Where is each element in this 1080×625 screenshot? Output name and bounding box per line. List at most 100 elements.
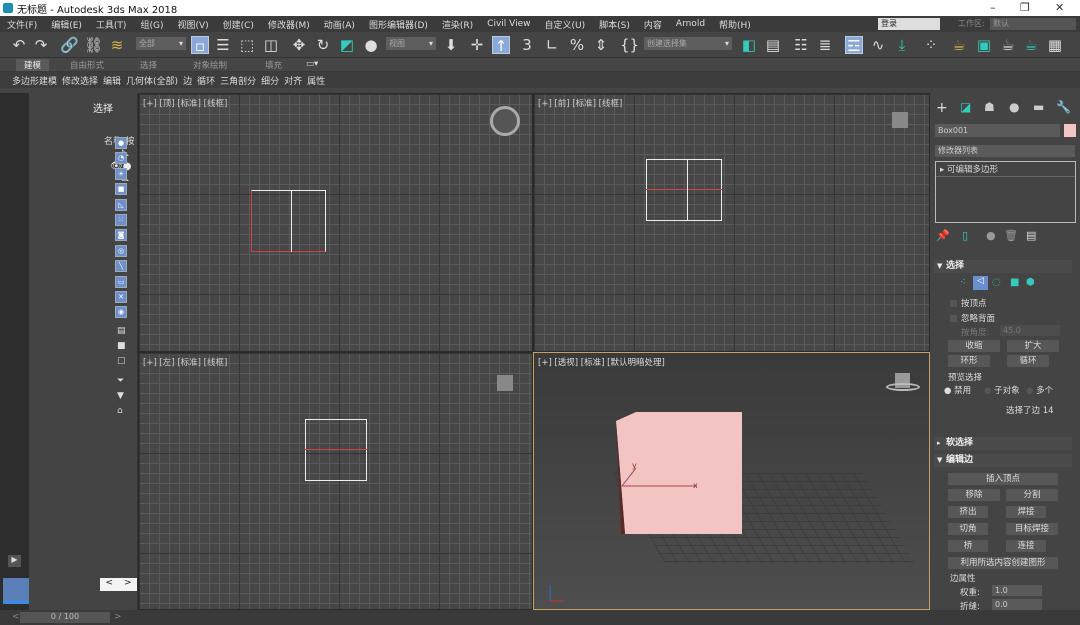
remove-button[interactable]: 移除 <box>948 489 1000 501</box>
menu-content[interactable]: 内容 <box>644 18 662 31</box>
select-all-icon[interactable]: ■ <box>117 341 126 351</box>
ribbon-subdivision[interactable]: 细分 <box>261 74 279 87</box>
unlink-icon[interactable]: ⛓ <box>84 36 103 54</box>
restore-button[interactable]: ❐ <box>1020 1 1030 14</box>
rectangle-selection-icon[interactable]: ⬚ <box>238 36 256 54</box>
filter-settings-icon[interactable]: ⏷ <box>117 376 124 386</box>
render-setup-icon[interactable]: ☕ <box>950 36 968 54</box>
undo-icon[interactable]: ↶ <box>10 36 28 54</box>
viewport-perspective[interactable]: [+] [透视] [标准] [默认明暗处理] x y <box>533 352 930 610</box>
insert-vertex-button[interactable]: 插入顶点 <box>948 473 1058 485</box>
filter-groups-icon[interactable]: ◙ <box>115 229 127 241</box>
create-shape-button[interactable]: 利用所选内容创建图形 <box>948 557 1058 569</box>
ribbon-toggle-icon[interactable]: ☲ <box>845 36 863 55</box>
tab-populate[interactable]: 填充 <box>265 59 282 71</box>
pivot-center-icon[interactable]: ⬇ <box>442 36 460 54</box>
selection-rollout-header[interactable]: 选择 <box>934 260 1072 273</box>
ignore-backfacing-checkbox[interactable]: 忽略背面 <box>950 312 995 324</box>
preview-multi-radio[interactable]: ● 多个 <box>1026 384 1053 396</box>
ribbon-geometry-all[interactable]: 几何体(全部) <box>126 74 178 87</box>
explorer-scroll-arrows[interactable]: < > <box>100 578 137 591</box>
show-end-result-icon[interactable]: ▯ <box>962 229 968 242</box>
stack-item-editable-poly[interactable]: ▸ 可编辑多边形 <box>936 162 1075 177</box>
filter-bones-icon[interactable]: ╲ <box>115 260 127 272</box>
viewcube-icon[interactable] <box>490 106 520 136</box>
filter-xrefs-icon[interactable]: ◎ <box>115 245 127 257</box>
chamfer-button[interactable]: 切角 <box>948 523 988 535</box>
scroll-left-icon[interactable]: < <box>105 578 113 591</box>
placement-icon[interactable]: ● <box>362 36 380 54</box>
tab-object-paint[interactable]: 对象绘制 <box>193 59 227 71</box>
viewcube-icon[interactable] <box>892 112 908 128</box>
preview-disabled-radio[interactable]: ● 禁用 <box>944 384 971 396</box>
viewport-layout-icon[interactable] <box>3 578 29 604</box>
menu-help[interactable]: 帮助(H) <box>719 18 751 31</box>
snaps-toggle-icon[interactable]: 3 <box>518 36 536 54</box>
dope-sheet-icon[interactable]: ⤓ <box>893 36 911 54</box>
tab-modeling[interactable]: 建模 <box>16 59 50 71</box>
filter-geometry-icon[interactable]: ● <box>115 137 127 149</box>
menu-civil-view[interactable]: Civil View <box>487 19 530 29</box>
menu-customize[interactable]: 自定义(U) <box>545 18 586 31</box>
weight-spinner[interactable]: 1.0 <box>992 585 1042 596</box>
close-button[interactable]: ✕ <box>1055 1 1064 14</box>
make-unique-icon[interactable]: ● <box>986 229 996 242</box>
filter-shapes-icon[interactable]: ◔ <box>115 152 127 164</box>
modify-tab-icon[interactable]: ◪ <box>960 100 971 114</box>
box-object-wireframe[interactable] <box>251 190 326 252</box>
ribbon-edges[interactable]: 边 <box>183 74 192 87</box>
prev-frame-icon[interactable]: < <box>12 612 20 623</box>
workspace-dropdown[interactable]: 默认 <box>990 18 1076 30</box>
filter-hidden-icon[interactable]: ◉ <box>115 306 127 318</box>
vertex-subobject-icon[interactable]: ⁖ <box>960 277 966 288</box>
next-frame-icon[interactable]: > <box>114 612 122 623</box>
box-object-wireframe[interactable] <box>646 159 722 221</box>
align-icon[interactable]: ▤ <box>764 36 782 54</box>
crease-spinner[interactable]: 0.0 <box>992 599 1042 610</box>
menu-animation[interactable]: 动画(A) <box>324 18 355 31</box>
menu-rendering[interactable]: 渲染(R) <box>442 18 473 31</box>
viewcube-icon[interactable] <box>497 375 513 391</box>
minimize-button[interactable]: – <box>990 1 996 14</box>
bind-space-warp-icon[interactable]: ≋ <box>108 36 126 54</box>
render-iterative-icon[interactable]: ☕ <box>1022 36 1040 54</box>
preview-subobject-radio[interactable]: ● 子对象 <box>984 384 1020 396</box>
edit-edges-rollout-header[interactable]: 编辑边 <box>934 454 1072 467</box>
menu-arnold[interactable]: Arnold <box>676 19 705 29</box>
reference-coordinate-dropdown[interactable]: 视图 <box>386 37 436 50</box>
by-angle-spinner[interactable]: 45.0 <box>1000 325 1060 336</box>
move-icon[interactable]: ✥ <box>290 36 308 54</box>
window-crossing-icon[interactable]: ◫ <box>262 36 280 54</box>
schematic-view-icon[interactable]: ⁘ <box>922 36 940 54</box>
menu-modifiers[interactable]: 修改器(M) <box>268 18 310 31</box>
menu-graph-editors[interactable]: 图形编辑器(D) <box>369 18 428 31</box>
layer-explorer-icon[interactable]: ≣ <box>816 36 834 54</box>
mirror-icon[interactable]: ◧ <box>740 36 758 54</box>
bridge-button[interactable]: 桥 <box>948 540 988 552</box>
grow-button[interactable]: 扩大 <box>1007 340 1059 352</box>
filter-containers-icon[interactable]: ▭ <box>115 276 127 288</box>
loop-button[interactable]: 循环 <box>1007 355 1049 367</box>
filter-helpers-icon[interactable]: ◺ <box>115 199 127 211</box>
edit-named-selection-icon[interactable]: {} <box>620 36 639 54</box>
time-slider[interactable]: 0 / 100 <box>20 612 110 623</box>
hierarchy-tab-icon[interactable]: ☗ <box>984 100 995 114</box>
connect-button[interactable]: 连接 <box>1006 540 1046 552</box>
filter-frozen-icon[interactable]: ✕ <box>115 291 127 303</box>
polygon-subobject-icon[interactable]: ■ <box>1010 277 1019 288</box>
select-object-icon[interactable]: ▫ <box>191 36 209 55</box>
filter-spacewarps-icon[interactable]: ⁙ <box>115 214 127 226</box>
viewport-front[interactable]: [+] [前] [标准] [线框] <box>533 93 930 352</box>
filter-lights-icon[interactable]: ☀ <box>115 168 127 180</box>
play-icon[interactable]: ▶ <box>8 555 21 567</box>
split-button[interactable]: 分割 <box>1006 489 1058 501</box>
menu-views[interactable]: 视图(V) <box>177 18 208 31</box>
display-tab-icon[interactable]: ▬ <box>1033 100 1044 114</box>
remove-modifier-icon[interactable]: 🗑 <box>1004 229 1018 242</box>
curve-editor-icon[interactable]: ∿ <box>869 36 887 54</box>
edge-subobject-icon[interactable]: ◁ <box>973 276 988 290</box>
extrude-button[interactable]: 挤出 <box>948 506 988 518</box>
link-icon[interactable]: 🔗 <box>60 36 79 54</box>
selection-filter-dropdown[interactable]: 全部 <box>136 37 186 50</box>
spinner-snap-icon[interactable]: ⇕ <box>592 36 610 54</box>
